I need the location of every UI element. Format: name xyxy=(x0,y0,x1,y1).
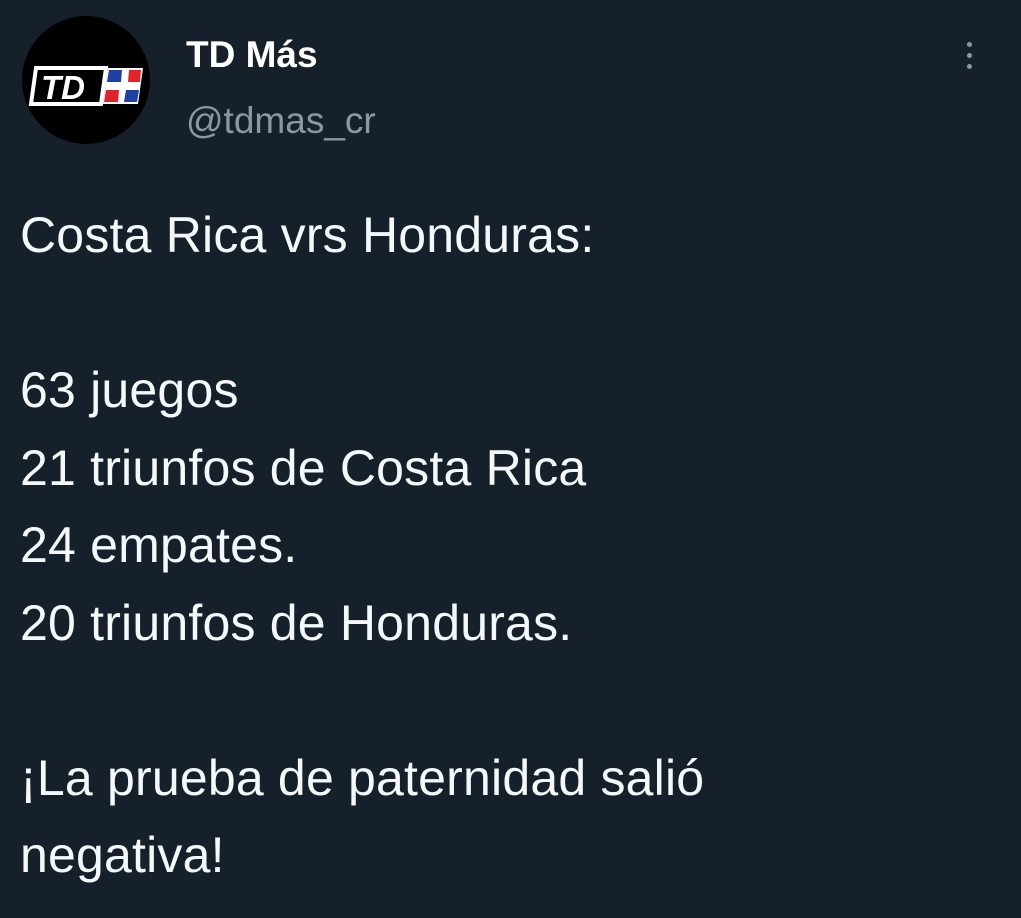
tweet-line xyxy=(20,275,704,353)
tweet-card: TD TD Más @tdmas_cr Costa Rica vrs Hondu… xyxy=(0,0,1021,918)
author-handle[interactable]: @tdmas_cr xyxy=(186,99,376,143)
tweet-line: negativa! xyxy=(20,827,225,883)
tweet-line: Costa Rica vrs Honduras: xyxy=(20,207,595,263)
svg-text:TD: TD xyxy=(41,69,85,106)
more-options-button[interactable] xyxy=(950,34,990,78)
tweet-line: ¡La prueba de paternidad salió xyxy=(20,749,705,806)
avatar[interactable]: TD xyxy=(22,16,150,144)
tweet-line: 63 juegos xyxy=(20,362,239,418)
author-display-name[interactable]: TD Más xyxy=(186,33,318,77)
tweet-line xyxy=(20,662,704,740)
tweet-line: 24 empates. xyxy=(20,517,298,573)
td-mas-logo-icon: TD xyxy=(28,66,143,106)
tweet-line: 21 triunfos de Costa Rica xyxy=(20,439,587,496)
tweet-text: Costa Rica vrs Honduras: 63 juegos 21 tr… xyxy=(20,197,704,895)
tweet-line: 20 triunfos de Honduras. xyxy=(20,594,573,651)
